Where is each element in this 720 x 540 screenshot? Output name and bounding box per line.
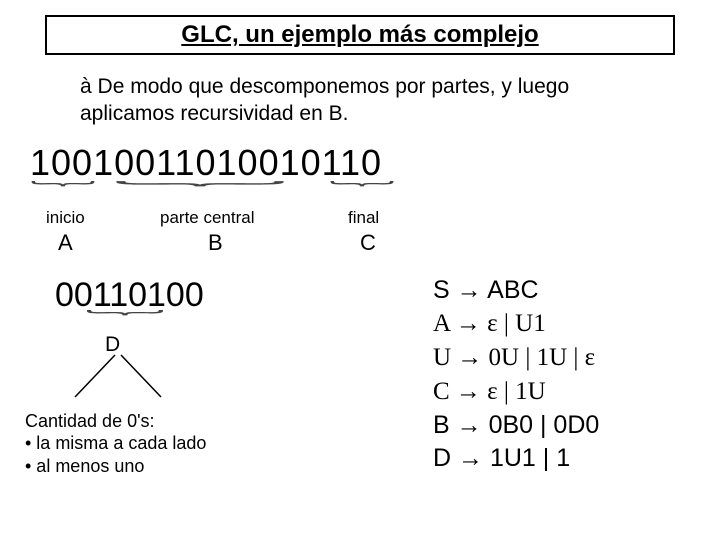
abc-labels: A B C xyxy=(30,230,695,260)
label-inicio: inicio xyxy=(46,208,85,228)
intro-text: De modo que descomponemos por partes, y … xyxy=(80,75,569,125)
rule-D: D → 1U1 | 1 xyxy=(433,442,599,476)
label-final: final xyxy=(348,208,379,228)
intro-paragraph: à De modo que descomponemos por partes, … xyxy=(80,73,655,128)
arrow-right-icon: à xyxy=(80,75,92,98)
brace-row-main: ︸ ︸ ︸ xyxy=(30,186,695,208)
slide-title: GLC, un ejemplo más complejo xyxy=(45,15,675,55)
notes-header: Cantidad de 0's: xyxy=(25,410,405,433)
rule-U: U → 0U | 1U | ε xyxy=(433,341,599,375)
brace-icon: ︸ xyxy=(85,311,165,331)
rule-A: A → ε | U1 xyxy=(433,307,599,341)
brace-row-mid: ︸ xyxy=(55,315,405,335)
binary-string-main: 10010011010010110 xyxy=(30,142,695,184)
label-A: A xyxy=(58,230,73,256)
brace-icon: ︸ xyxy=(30,182,96,202)
vee-lines-icon xyxy=(65,353,205,401)
label-central: parte central xyxy=(160,208,255,228)
rule-S: S → ABC xyxy=(433,274,599,308)
label-B: B xyxy=(208,230,223,256)
notes-block: Cantidad de 0's: • la misma a cada lado … xyxy=(25,410,405,478)
notes-bullet: • la misma a cada lado xyxy=(25,432,405,455)
brace-icon: ︸ xyxy=(112,182,288,202)
grammar-rules: S → ABC A → ε | U1 U → 0U | 1U | ε C → ε… xyxy=(425,270,607,481)
notes-bullet: • al menos uno xyxy=(25,455,405,478)
label-C: C xyxy=(360,230,376,256)
rule-B: B → 0B0 | 0D0 xyxy=(433,409,599,443)
brace-icon: ︸ xyxy=(329,182,395,202)
segment-labels: inicio parte central final xyxy=(30,208,695,230)
rule-C: C → ε | 1U xyxy=(433,375,599,409)
